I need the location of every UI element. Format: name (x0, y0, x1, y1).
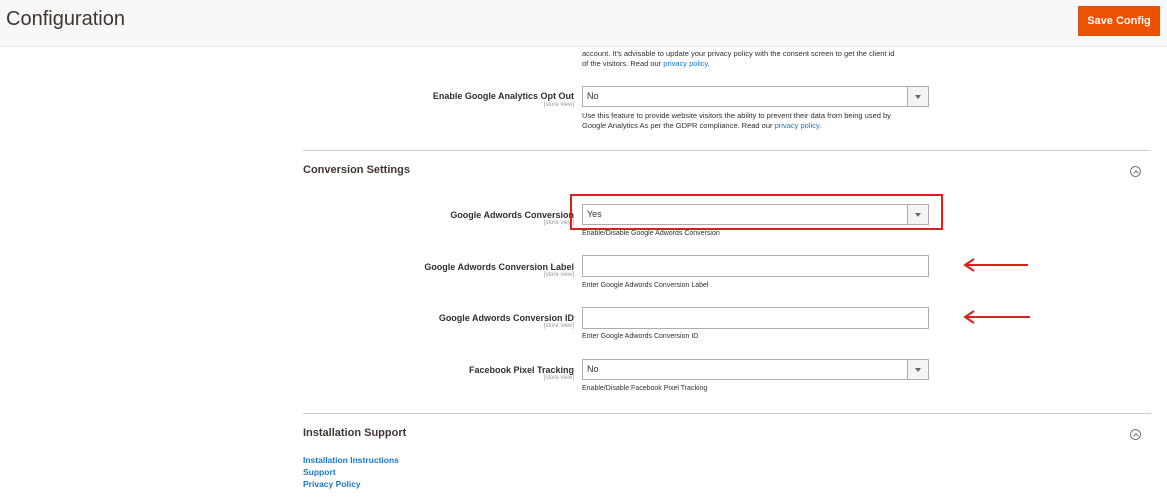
ga-optout-note: Use this feature to provide website visi… (582, 111, 891, 131)
ga-optout-note-line1: Use this feature to provide website visi… (582, 111, 891, 120)
privacy-policy-link[interactable]: privacy policy (775, 121, 819, 130)
privacy-note: account. It's advisable to update your p… (582, 49, 894, 69)
adwords-conversion-hint: Enable/Disable Google Adwords Conversion (582, 230, 720, 237)
support-link[interactable]: Support (303, 467, 336, 477)
ga-optout-value: No (587, 91, 599, 101)
ga-optout-note-text: Google Analytics As per the GDPR complia… (582, 121, 775, 130)
section-divider (303, 413, 1151, 414)
privacy-note-line1: account. It's advisable to update your p… (582, 49, 895, 58)
adwords-conversion-scope: [store view] (543, 220, 574, 226)
save-config-button[interactable]: Save Config (1078, 6, 1160, 36)
privacy-policy-link[interactable]: Privacy Policy (303, 479, 361, 489)
section-divider (303, 150, 1151, 151)
ga-optout-label: Enable Google Analytics Opt Out (432, 91, 574, 101)
privacy-note-line2: of the visitors. Read our privacy policy… (582, 59, 894, 69)
adwords-conversion-label: Google Adwords Conversion (450, 210, 574, 220)
adwords-label-label: Google Adwords Conversion Label (424, 262, 574, 272)
privacy-note-text: of the visitors. Read our (582, 59, 664, 68)
annotation-arrow-icon (963, 258, 1028, 272)
fb-pixel-value: No (587, 364, 599, 374)
adwords-id-scope: [store view] (543, 323, 574, 329)
ga-optout-note-line2: Google Analytics As per the GDPR complia… (582, 121, 891, 131)
adwords-conversion-id-input[interactable] (582, 307, 929, 329)
ga-optout-select[interactable]: No (582, 86, 929, 107)
privacy-policy-link[interactable]: privacy policy (663, 59, 707, 68)
adwords-label-hint: Enter Google Adwords Conversion Label (582, 282, 709, 289)
page-header: Configuration Save Config (0, 0, 1167, 47)
adwords-id-hint: Enter Google Adwords Conversion ID (582, 333, 699, 340)
collapse-icon[interactable] (1130, 429, 1141, 440)
chevron-down-icon (907, 87, 928, 106)
page-title: Configuration (6, 8, 125, 30)
fb-pixel-scope: [store view] (543, 375, 574, 381)
chevron-down-icon (907, 360, 928, 379)
ga-optout-scope: [store view] (543, 102, 574, 108)
fb-pixel-label: Facebook Pixel Tracking (468, 365, 574, 375)
collapse-icon[interactable] (1130, 166, 1141, 177)
installation-support-title[interactable]: Installation Support (303, 427, 406, 439)
annotation-arrow-icon (963, 310, 1030, 324)
adwords-label-scope: [store view] (543, 272, 574, 278)
conversion-settings-title[interactable]: Conversion Settings (303, 164, 410, 176)
adwords-conversion-label-input[interactable] (582, 255, 929, 277)
installation-instructions-link[interactable]: Installation Instructions (303, 455, 399, 465)
ga-optout-note-end: . (819, 121, 822, 130)
privacy-note-end: . (707, 59, 710, 68)
annotation-highlight-box (570, 194, 943, 230)
fb-pixel-hint: Enable/Disable Facebook Pixel Tracking (582, 385, 708, 392)
fb-pixel-select[interactable]: No (582, 359, 929, 380)
adwords-id-label: Google Adwords Conversion ID (438, 313, 574, 323)
